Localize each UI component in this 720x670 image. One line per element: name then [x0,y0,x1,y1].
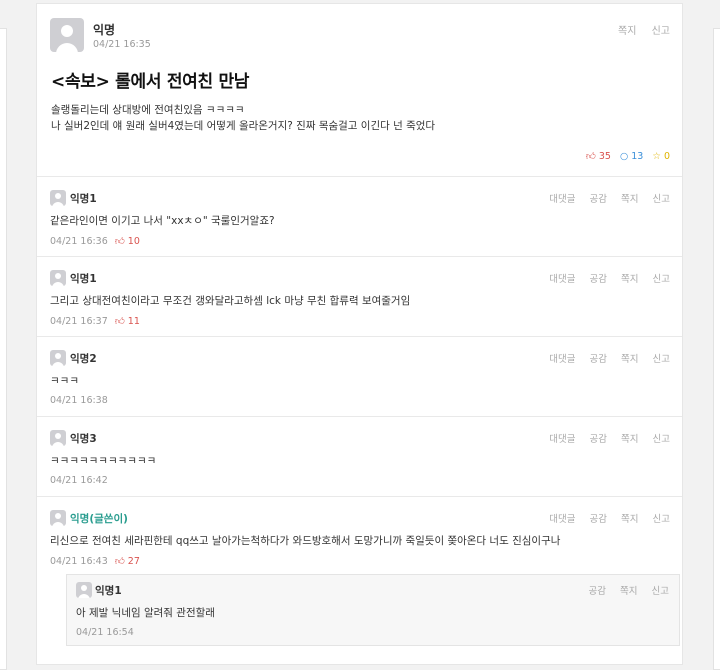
reply-button[interactable]: 대댓글 [549,194,575,205]
thumbs-up-icon: 👍︎ [114,556,125,567]
comment-meta: 04/21 16:43 👍︎ 27 [50,555,140,567]
report-button[interactable]: 신고 [653,354,670,365]
reply-button[interactable]: 대댓글 [549,354,575,365]
post-title: <속보> 롤에서 전여친 만남 [51,72,250,92]
post-body-line: 나 실버2인데 얘 원래 실버4였는데 어떻게 올라온거지? 진짜 목숨걸고 이… [51,120,436,132]
comment-text: 리신으로 전여친 세라핀한테 qq쓰고 날아가는척하다가 와드방호해서 도망가니… [50,535,561,547]
report-button[interactable]: 신고 [653,274,670,285]
post: 익명 04/21 16:35 쪽지 신고 <속보> 롤에서 전여친 만남 솔랭돌… [37,4,682,177]
comment-text: ㅋㅋㅋ [50,375,79,387]
speech-bubble-icon: ○ [619,151,629,162]
right-side-panel [713,28,720,670]
reply-comment: 익명1 공감 쪽지 신고 아 제발 닉네임 알려줘 관전할래 04/21 16:… [66,574,680,646]
avatar [50,270,66,286]
comment-meta: 04/21 16:36 👍︎ 10 [50,235,140,247]
post-comment-count: ○ 13 [619,151,644,162]
post-body-line: 솔랭돌리는데 상대방에 전여친있음 ㅋㅋㅋㅋ [51,104,245,116]
comment-actions: 대댓글 공감 쪽지 신고 [538,271,670,285]
comment-text: 같은라인이면 이기고 나서 "xxㅊㅇ" 국룰인거알죠? [50,215,275,227]
comment-date: 04/21 16:43 [50,556,108,567]
comment-date: 04/21 16:37 [50,316,108,327]
message-button[interactable]: 쪽지 [618,26,636,37]
comment-author: 익명1 [70,193,97,205]
reply-actions: 공감 쪽지 신고 [577,583,669,597]
comment-actions: 대댓글 공감 쪽지 신고 [538,511,670,525]
comment: 익명1 대댓글 공감 쪽지 신고 같은라인이면 이기고 나서 "xxㅊㅇ" 국룰… [37,177,682,257]
report-button[interactable]: 신고 [653,194,670,205]
reply-meta: 04/21 16:54 [76,627,134,638]
avatar [50,190,66,206]
comment-actions: 대댓글 공감 쪽지 신고 [538,431,670,445]
comment-author: 익명2 [70,353,97,365]
article-card: 익명 04/21 16:35 쪽지 신고 <속보> 롤에서 전여친 만남 솔랭돌… [36,3,683,665]
report-button[interactable]: 신고 [652,586,669,597]
comment: 익명(글쓴이) 대댓글 공감 쪽지 신고 리신으로 전여친 세라핀한테 qq쓰고… [37,497,682,647]
comment-actions: 대댓글 공감 쪽지 신고 [538,351,670,365]
message-button[interactable]: 쪽지 [621,434,638,445]
avatar [50,430,66,446]
comment-text: 그리고 상대전여친이라고 무조건 갱와달라고하셈 lck 마냥 무친 합류력 보… [50,295,411,307]
avatar [50,350,66,366]
message-button[interactable]: 쪽지 [621,514,638,525]
comment-author: 익명3 [70,433,97,445]
avatar [50,18,84,52]
post-body: 솔랭돌리는데 상대방에 전여친있음 ㅋㅋㅋㅋ 나 실버2인데 얘 원래 실버4였… [51,102,435,134]
post-like-count[interactable]: 👍︎ 35 [586,151,611,162]
post-author: 익명 [93,23,116,37]
post-stats: 👍︎ 35 ○ 13 ☆ 0 [580,150,670,162]
message-button[interactable]: 쪽지 [621,194,638,205]
post-date: 04/21 16:35 [93,39,151,50]
report-button[interactable]: 신고 [653,514,670,525]
like-button[interactable]: 공감 [589,514,606,525]
reply-button[interactable]: 대댓글 [549,514,575,525]
comment-meta: 04/21 16:42 [50,475,108,486]
like-button[interactable]: 공감 [589,274,606,285]
left-side-panel [0,28,7,670]
comment-like-count: 👍︎ 11 [114,316,140,327]
comment: 익명2 대댓글 공감 쪽지 신고 ㅋㅋㅋ 04/21 16:38 [37,337,682,417]
reply-date: 04/21 16:54 [76,627,134,638]
message-button[interactable]: 쪽지 [621,354,638,365]
comment-date: 04/21 16:36 [50,236,108,247]
comment-author-writer: 익명(글쓴이) [70,513,128,525]
post-scrap-count[interactable]: ☆ 0 [652,151,670,162]
reply-text: 아 제발 닉네임 알려줘 관전할래 [76,607,215,619]
message-button[interactable]: 쪽지 [620,586,637,597]
report-button[interactable]: 신고 [652,26,670,37]
comment-date: 04/21 16:38 [50,395,108,406]
post-actions: 쪽지 신고 [606,22,670,37]
comment-actions: 대댓글 공감 쪽지 신고 [538,191,670,205]
comment-author: 익명1 [70,273,97,285]
star-icon: ☆ [652,151,661,162]
comment-like-count: 👍︎ 27 [114,556,140,567]
reply-button[interactable]: 대댓글 [549,434,575,445]
avatar [76,582,92,598]
comment-meta: 04/21 16:37 👍︎ 11 [50,315,140,327]
like-button[interactable]: 공감 [589,194,606,205]
thumbs-up-icon: 👍︎ [585,151,596,162]
report-button[interactable]: 신고 [653,434,670,445]
comment: 익명3 대댓글 공감 쪽지 신고 ㅋㅋㅋㅋㅋㅋㅋㅋㅋㅋㅋ 04/21 16:42 [37,417,682,497]
reply-button[interactable]: 대댓글 [549,274,575,285]
avatar [50,510,66,526]
comment: 익명1 대댓글 공감 쪽지 신고 그리고 상대전여친이라고 무조건 갱와달라고하… [37,257,682,337]
thumbs-up-icon: 👍︎ [114,236,125,247]
message-button[interactable]: 쪽지 [621,274,638,285]
comment-date: 04/21 16:42 [50,475,108,486]
comment-like-count: 👍︎ 10 [114,236,140,247]
like-button[interactable]: 공감 [589,354,606,365]
thumbs-up-icon: 👍︎ [114,316,125,327]
reply-author: 익명1 [95,585,122,597]
like-button[interactable]: 공감 [588,586,605,597]
like-button[interactable]: 공감 [589,434,606,445]
comment-meta: 04/21 16:38 [50,395,108,406]
comment-text: ㅋㅋㅋㅋㅋㅋㅋㅋㅋㅋㅋ [50,455,157,467]
